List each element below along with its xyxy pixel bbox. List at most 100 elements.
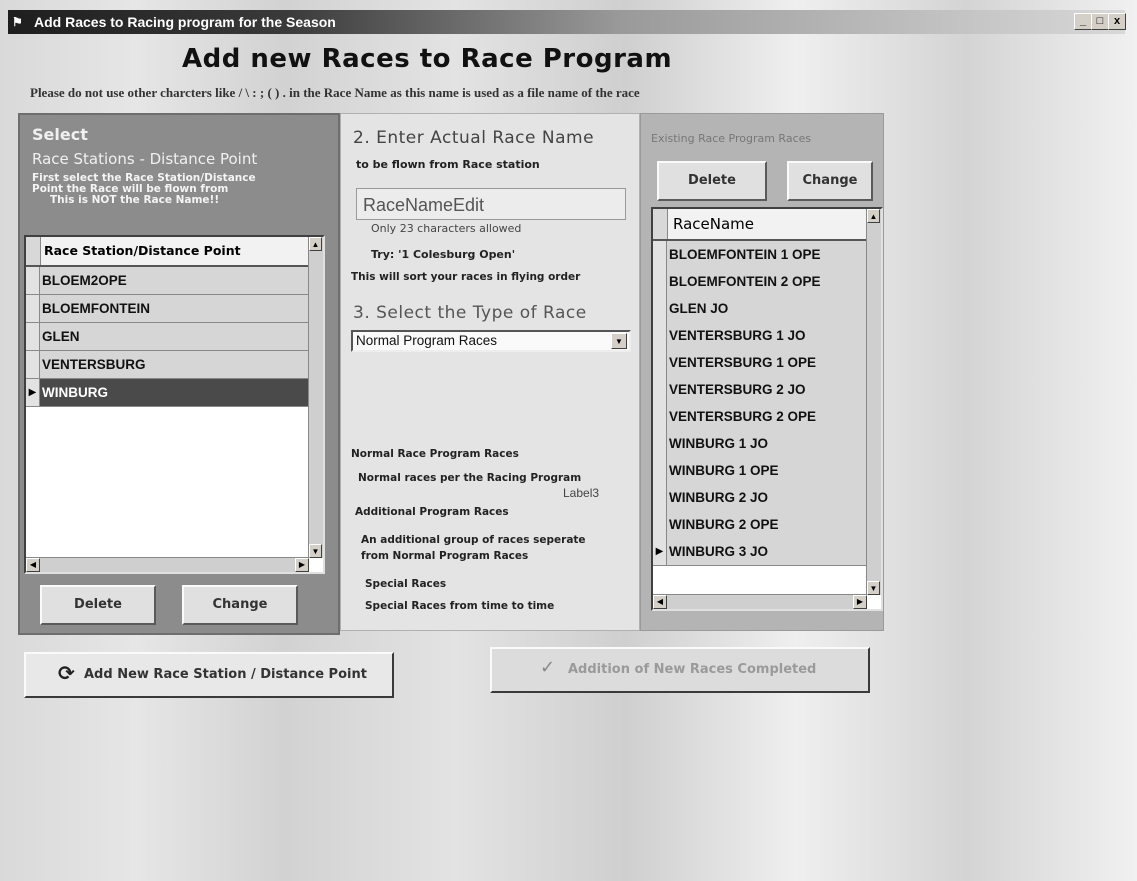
station-name: GLEN bbox=[42, 329, 80, 344]
instruction-line: This is NOT the Race Name!! bbox=[50, 194, 220, 206]
delete-station-button[interactable]: Delete bbox=[40, 585, 156, 625]
table-row[interactable]: GLEN bbox=[26, 323, 309, 351]
table-row[interactable]: VENTERSBURG 1 JO bbox=[653, 322, 867, 350]
char-limit-note: Only 23 characters allowed bbox=[371, 222, 522, 235]
label3: Label3 bbox=[563, 486, 600, 500]
special-races-title: Special Races bbox=[365, 578, 447, 590]
table-row[interactable]: BLOEM2OPE bbox=[26, 267, 309, 295]
station-name: BLOEMFONTEIN bbox=[42, 301, 150, 316]
window-title: Add Races to Racing program for the Seas… bbox=[34, 14, 336, 30]
scroll-down-icon[interactable]: ▼ bbox=[867, 581, 880, 595]
existing-races-panel: Existing Race Program Races Delete Chang… bbox=[640, 113, 884, 631]
race-station-panel: Select Race Stations - Distance Point Fi… bbox=[18, 113, 340, 635]
races-completed-label: Addition of New Races Completed bbox=[568, 662, 817, 677]
table-row[interactable]: WINBURG 2 OPE bbox=[653, 511, 867, 539]
table-row[interactable]: VENTERSBURG 2 OPE bbox=[653, 403, 867, 431]
close-button[interactable]: x bbox=[1108, 13, 1126, 30]
row-indicator bbox=[26, 267, 40, 294]
race-station-grid[interactable]: Race Station/Distance Point BLOEM2OPE BL… bbox=[24, 235, 325, 574]
delete-race-button[interactable]: Delete bbox=[657, 161, 767, 201]
app-icon[interactable]: ⚑ bbox=[12, 14, 28, 30]
race-name: WINBURG 2 JO bbox=[669, 490, 769, 505]
table-row[interactable]: WINBURG 1 OPE bbox=[653, 457, 867, 485]
warning-text: Please do not use other charcters like /… bbox=[30, 85, 640, 100]
try-hint: Try: '1 Colesburg Open' bbox=[371, 248, 516, 261]
race-name: BLOEMFONTEIN 2 OPE bbox=[669, 274, 821, 289]
step2-label: 2. Enter Actual Race Name bbox=[353, 128, 595, 148]
table-row[interactable]: BLOEMFONTEIN 2 OPE bbox=[653, 268, 867, 296]
race-name: WINBURG 3 JO bbox=[669, 544, 769, 559]
normal-races-desc: Normal races per the Racing Program bbox=[358, 472, 582, 484]
normal-races-title: Normal Race Program Races bbox=[351, 448, 519, 460]
chevron-down-icon[interactable]: ▼ bbox=[611, 333, 627, 349]
row-indicator bbox=[653, 484, 667, 511]
row-indicator bbox=[653, 457, 667, 484]
grid-header: RaceName bbox=[653, 209, 867, 241]
race-type-value: Normal Program Races bbox=[356, 333, 498, 348]
row-indicator bbox=[26, 295, 40, 322]
row-indicator bbox=[653, 322, 667, 349]
table-row[interactable]: VENTERSBURG bbox=[26, 351, 309, 379]
horizontal-scrollbar[interactable]: ◀ ▶ bbox=[26, 557, 309, 572]
vertical-scrollbar[interactable]: ▲ ▼ bbox=[308, 237, 323, 558]
add-race-station-button[interactable]: ⟳ Add New Race Station / Distance Point bbox=[24, 652, 394, 698]
table-row[interactable]: WINBURG 2 JO bbox=[653, 484, 867, 512]
add-race-station-label: Add New Race Station / Distance Point bbox=[84, 667, 367, 682]
table-row[interactable]: GLEN JO bbox=[653, 295, 867, 323]
row-indicator bbox=[653, 376, 667, 403]
table-row-selected[interactable]: ▶ WINBURG bbox=[26, 379, 309, 407]
race-name: VENTERSBURG 1 JO bbox=[669, 328, 806, 343]
checkmark-icon: ✓ bbox=[540, 657, 556, 678]
title-bar: ⚑ Add Races to Racing program for the Se… bbox=[8, 10, 1126, 34]
scroll-up-icon[interactable]: ▲ bbox=[867, 209, 880, 223]
station-name: WINBURG bbox=[42, 385, 108, 400]
race-name: WINBURG 1 JO bbox=[669, 436, 769, 451]
table-row[interactable]: VENTERSBURG 1 OPE bbox=[653, 349, 867, 377]
page-title: Add new Races to Race Program bbox=[182, 44, 673, 74]
station-name: VENTERSBURG bbox=[42, 357, 146, 372]
horizontal-scrollbar[interactable]: ◀ ▶ bbox=[653, 594, 867, 609]
row-indicator bbox=[653, 511, 667, 538]
race-type-select[interactable]: Normal Program Races ▼ bbox=[351, 330, 631, 352]
maximize-button[interactable]: □ bbox=[1091, 13, 1109, 30]
table-row[interactable]: WINBURG 1 JO bbox=[653, 430, 867, 458]
additional-races-desc: An additional group of races seperate bbox=[361, 534, 586, 546]
current-row-arrow-icon: ▶ bbox=[26, 379, 40, 406]
scroll-right-icon[interactable]: ▶ bbox=[295, 558, 309, 572]
row-indicator bbox=[653, 430, 667, 457]
race-station-instructions: First select the Race Station/Distance P… bbox=[32, 173, 328, 206]
change-station-button[interactable]: Change bbox=[182, 585, 298, 625]
scroll-down-icon[interactable]: ▼ bbox=[309, 544, 322, 558]
special-races-desc: Special Races from time to time bbox=[365, 600, 555, 612]
sort-hint: This will sort your races in flying orde… bbox=[351, 271, 581, 283]
current-row-arrow-icon: ▶ bbox=[653, 538, 667, 565]
vertical-scrollbar[interactable]: ▲ ▼ bbox=[866, 209, 881, 595]
race-name: VENTERSBURG 2 OPE bbox=[669, 409, 817, 424]
header-indicator bbox=[26, 237, 41, 265]
existing-races-grid[interactable]: RaceName BLOEMFONTEIN 1 OPE BLOEMFONTEIN… bbox=[651, 207, 883, 611]
additional-races-title: Additional Program Races bbox=[355, 506, 509, 518]
additional-races-desc: from Normal Program Races bbox=[361, 550, 529, 562]
minimize-button[interactable]: _ bbox=[1074, 13, 1092, 30]
row-indicator bbox=[26, 323, 40, 350]
column-header-racename[interactable]: RaceName bbox=[673, 209, 754, 239]
race-name: WINBURG 2 OPE bbox=[669, 517, 779, 532]
change-race-button[interactable]: Change bbox=[787, 161, 873, 201]
table-row[interactable]: VENTERSBURG 2 JO bbox=[653, 376, 867, 404]
race-name: BLOEMFONTEIN 1 OPE bbox=[669, 247, 821, 262]
scroll-left-icon[interactable]: ◀ bbox=[653, 595, 667, 609]
row-indicator bbox=[653, 268, 667, 295]
races-completed-button[interactable]: ✓ Addition of New Races Completed bbox=[490, 647, 870, 693]
row-indicator bbox=[653, 295, 667, 322]
scroll-right-icon[interactable]: ▶ bbox=[853, 595, 867, 609]
refresh-icon: ⟳ bbox=[58, 661, 75, 685]
column-header-station[interactable]: Race Station/Distance Point bbox=[44, 237, 241, 265]
scroll-left-icon[interactable]: ◀ bbox=[26, 558, 40, 572]
row-indicator bbox=[653, 241, 667, 268]
table-row-current[interactable]: ▶ WINBURG 3 JO bbox=[653, 538, 867, 566]
table-row[interactable]: BLOEMFONTEIN bbox=[26, 295, 309, 323]
table-row[interactable]: BLOEMFONTEIN 1 OPE bbox=[653, 241, 867, 269]
select-label: Select bbox=[32, 125, 88, 144]
scroll-up-icon[interactable]: ▲ bbox=[309, 237, 322, 251]
race-name-input[interactable]: RaceNameEdit bbox=[356, 188, 626, 220]
